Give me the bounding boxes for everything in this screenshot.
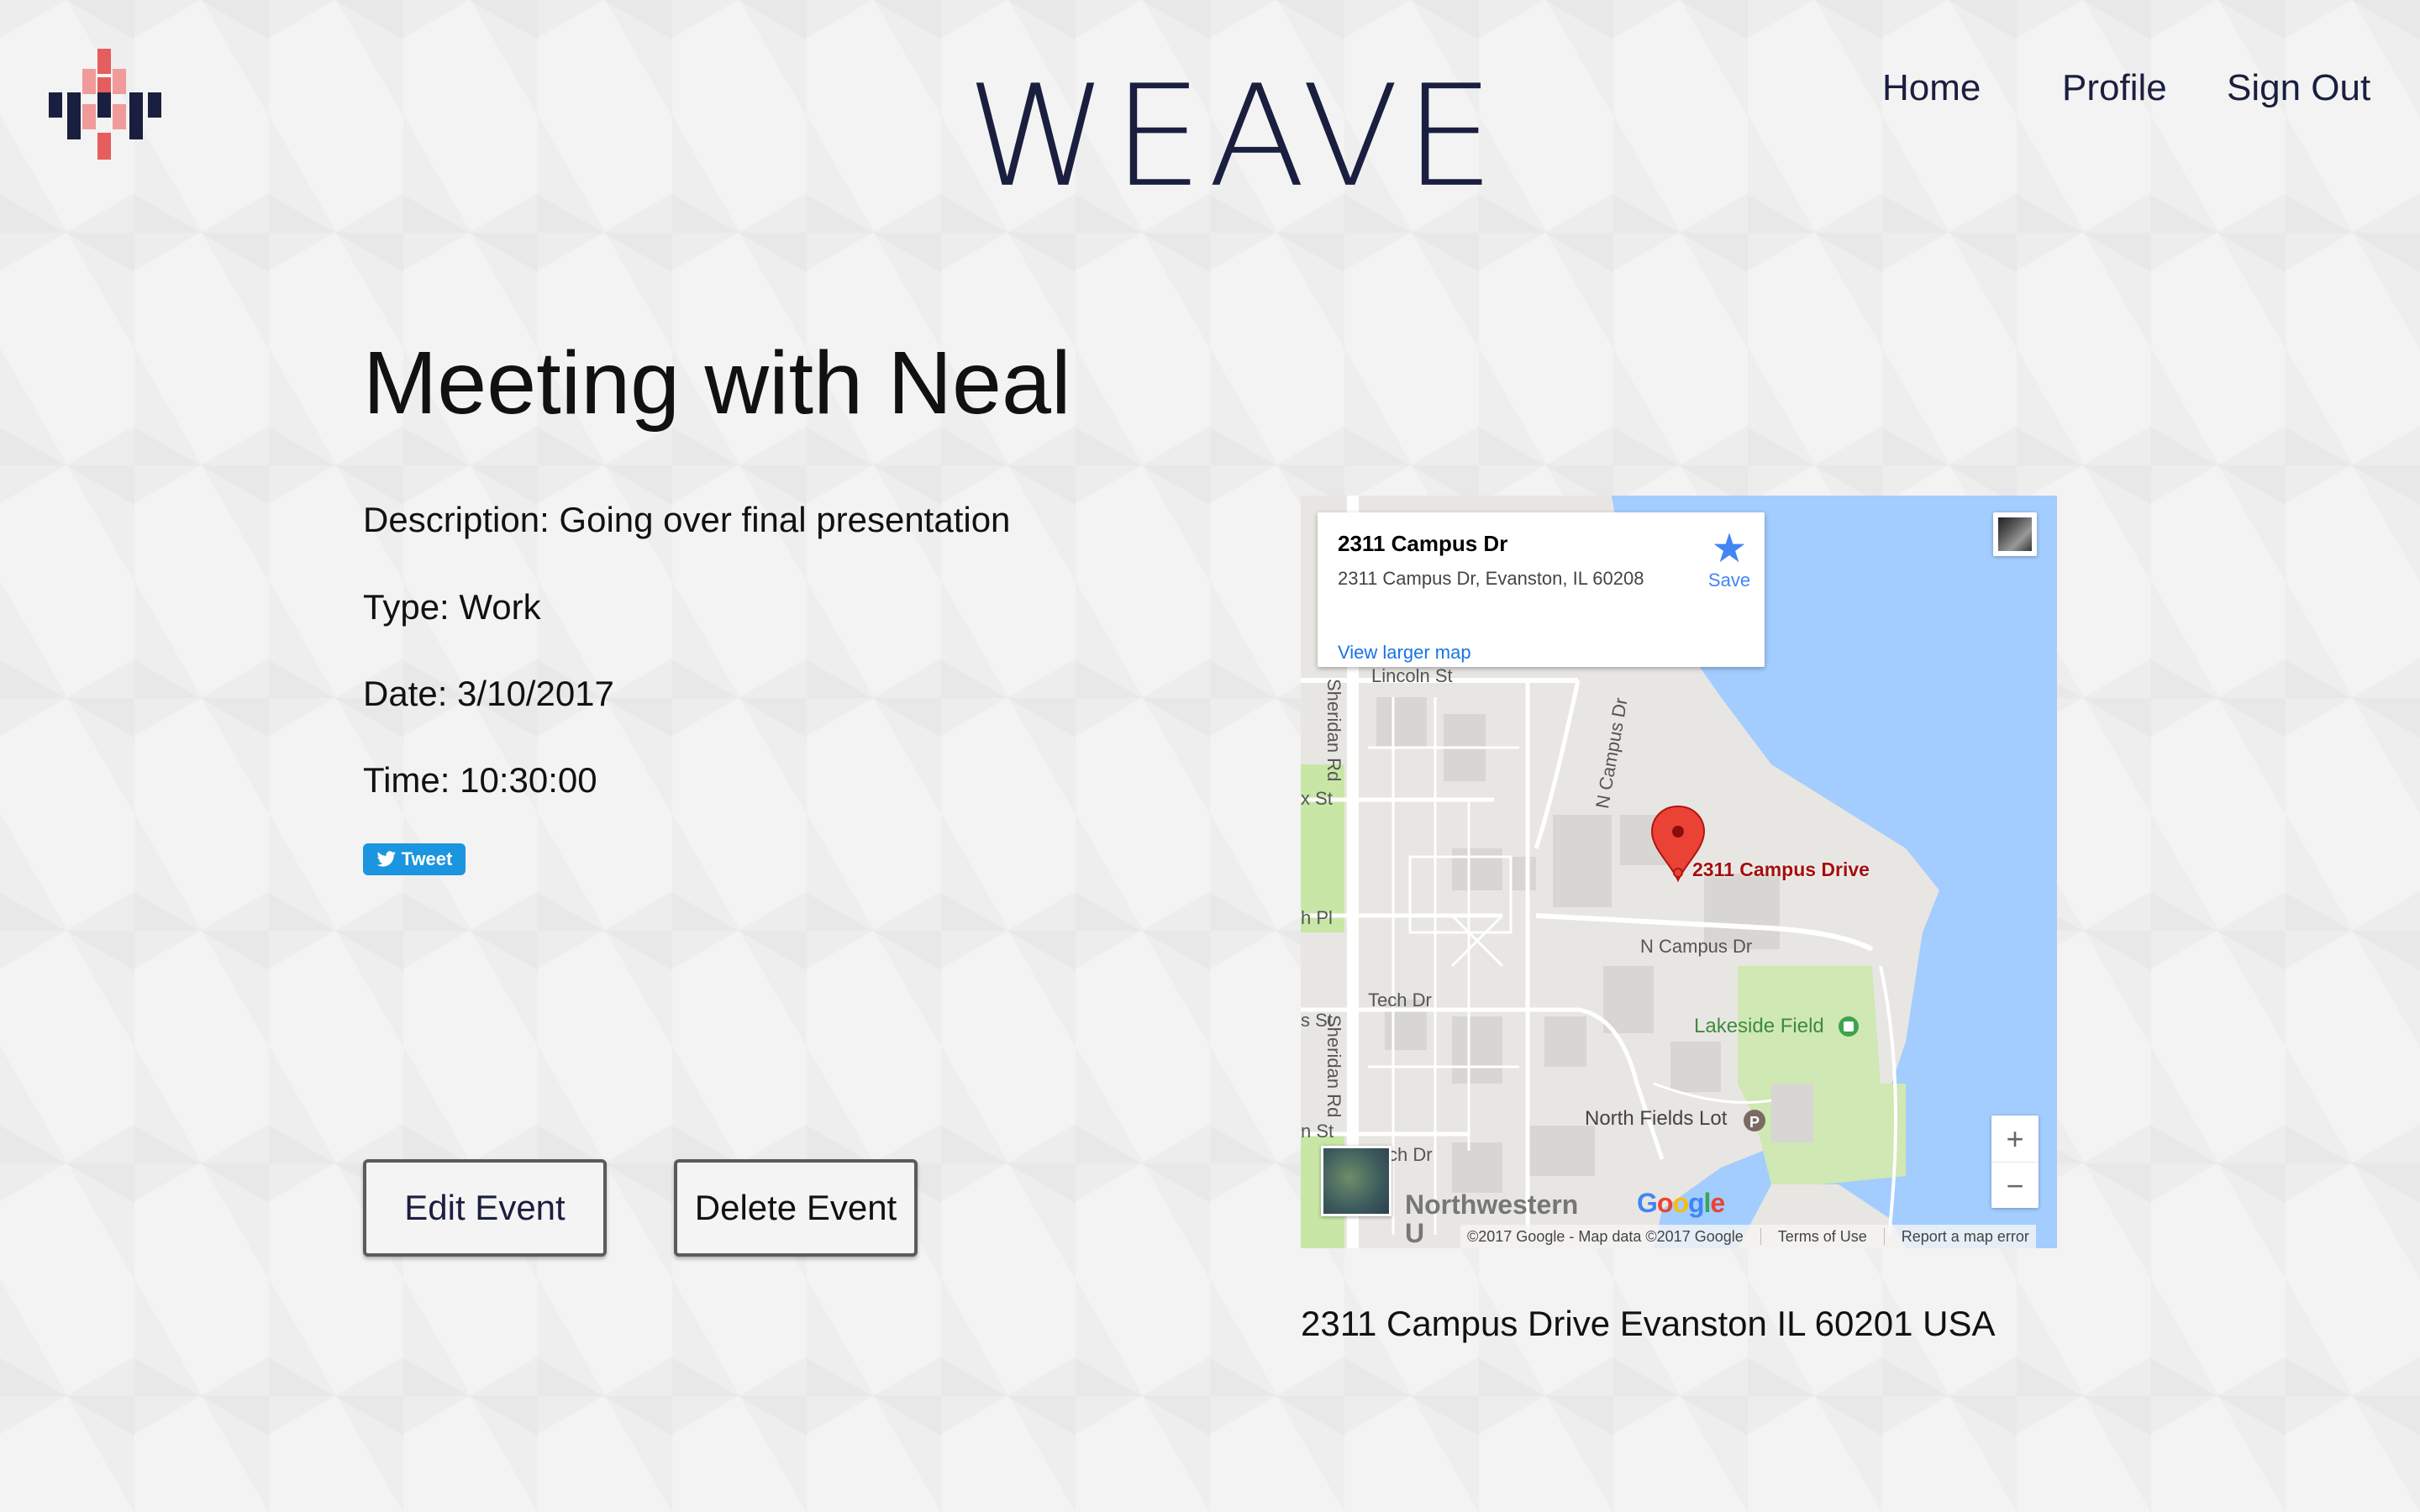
street-n-campus-horizontal: N Campus Dr (1640, 936, 1753, 957)
event-address: 2311 Campus Drive Evanston IL 60201 USA (1301, 1304, 1996, 1343)
northwestern-u-label: U (1405, 1218, 1425, 1248)
terms-of-use-link[interactable]: Terms of Use (1778, 1228, 1867, 1246)
nav-sign-out[interactable]: Sign Out (2227, 67, 2370, 109)
pin-label: 2311 Campus Drive (1692, 858, 1870, 880)
north-fields-lot-label: North Fields Lot (1585, 1107, 1728, 1130)
view-larger-map-link[interactable]: View larger map (1338, 642, 1471, 664)
edit-event-button[interactable]: Edit Event (363, 1159, 607, 1257)
nav-home[interactable]: Home (1882, 67, 1981, 109)
weave-logo-icon[interactable] (49, 49, 161, 160)
street-n-st: n St (1301, 1121, 1334, 1142)
northwestern-label: Northwestern (1405, 1189, 1579, 1220)
tweet-button[interactable]: Tweet (363, 843, 466, 875)
zoom-in-button[interactable]: + (1991, 1116, 2039, 1162)
event-time: Time: 10:30:00 (363, 760, 597, 800)
parking-icon: P (1744, 1110, 1765, 1131)
street-sheridan-top: Sheridan Rd (1323, 679, 1344, 782)
zoom-controls: + − (1991, 1116, 2039, 1208)
star-icon: ★ (1711, 527, 1748, 571)
street-ch-dr: ch Dr (1388, 1144, 1433, 1165)
lakeside-field-label: Lakeside Field (1694, 1015, 1824, 1037)
tweet-label: Tweet (401, 848, 453, 869)
satellite-view-toggle[interactable] (1321, 1146, 1392, 1216)
street-lincoln: Lincoln St (1371, 665, 1453, 686)
twitter-bird-icon (376, 851, 396, 867)
map-data-attribution: ©2017 Google - Map data ©2017 Google (1467, 1227, 1744, 1245)
street-sheridan-bottom: Sheridan Rd (1323, 1015, 1344, 1118)
street-tech: Tech Dr (1368, 990, 1432, 1011)
delete-event-button[interactable]: Delete Event (674, 1159, 918, 1257)
fullscreen-icon (1998, 517, 2032, 551)
street-h-pl: h Pl (1301, 907, 1333, 928)
report-map-error-link[interactable]: Report a map error (1902, 1228, 2029, 1246)
info-place-title: 2311 Campus Dr (1338, 531, 1508, 556)
svg-text:P: P (1749, 1114, 1760, 1131)
event-description: Description: Going over final presentati… (363, 500, 1011, 539)
save-label: Save (1707, 570, 1751, 591)
event-location-map[interactable]: P Lincoln St Sheridan Rd N Campus Dr x S… (1301, 496, 2057, 1248)
event-type: Type: Work (363, 587, 541, 627)
zoom-out-button[interactable]: − (1991, 1162, 2039, 1209)
google-logo: Google (1637, 1188, 1725, 1218)
event-date: Date: 3/10/2017 (363, 674, 614, 713)
info-place-address: 2311 Campus Dr, Evanston, IL 60208 (1338, 568, 1644, 589)
map-attribution: ©2017 Google - Map data ©2017 Google Ter… (1460, 1225, 2036, 1248)
park-icon (1839, 1016, 1859, 1037)
fullscreen-toggle[interactable] (1993, 512, 2037, 556)
save-place-button[interactable]: ★ Save (1704, 529, 1754, 591)
map-info-card: 2311 Campus Dr 2311 Campus Dr, Evanston,… (1318, 512, 1765, 667)
street-x-st: x St (1301, 788, 1333, 809)
nav-profile[interactable]: Profile (2062, 67, 2167, 109)
event-title: Meeting with Neal (363, 333, 1071, 433)
brand-title: WEAVE (966, 55, 1500, 219)
